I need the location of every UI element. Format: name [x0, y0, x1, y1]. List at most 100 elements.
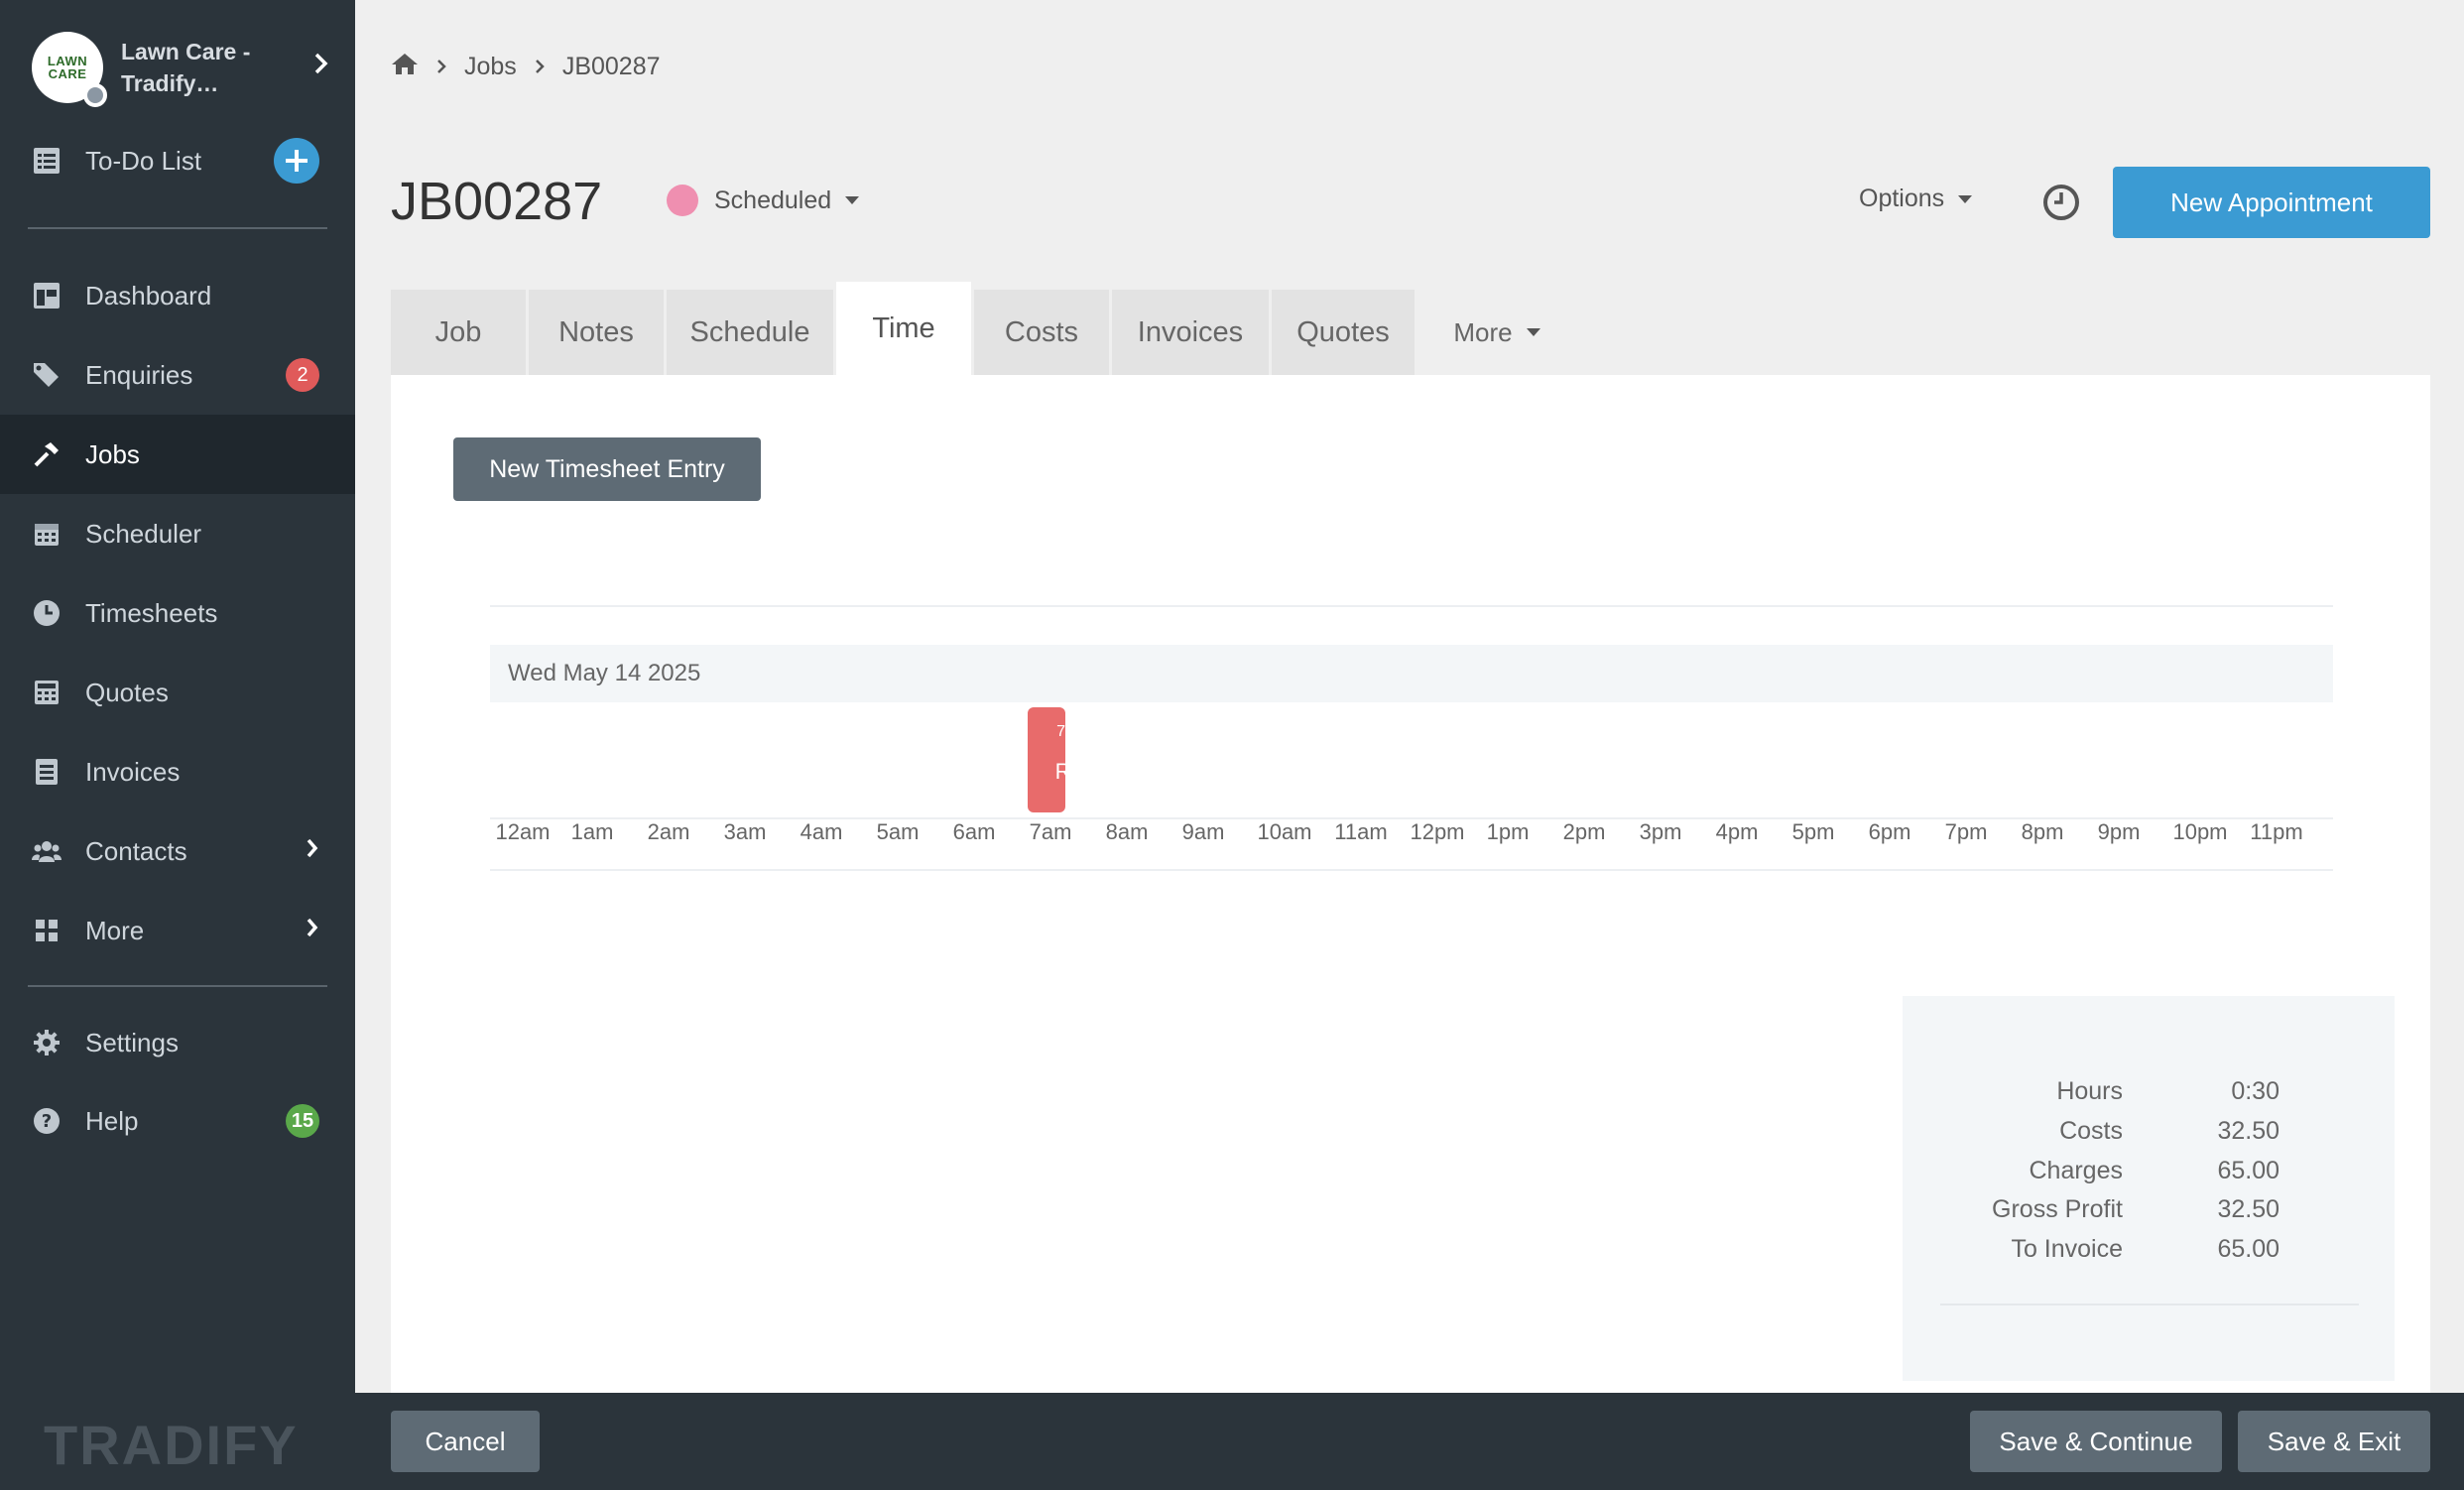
sidebar-item-invoices[interactable]: Invoices [0, 732, 355, 811]
chevron-right-icon [306, 917, 319, 945]
tags-icon [32, 360, 62, 390]
time-summary: Hours 0:30 Costs 32.50 Charges 65.00 Gro… [1903, 996, 2395, 1381]
tab-job[interactable]: Job [391, 290, 526, 375]
status-dropdown[interactable]: Scheduled [667, 185, 860, 216]
sidebar-item-scheduler[interactable]: Scheduler [0, 494, 355, 573]
tab-time[interactable]: Time [836, 282, 971, 375]
hour-label: 12am [495, 819, 551, 844]
cancel-button[interactable]: Cancel [391, 1411, 540, 1472]
hour-label: 5am [876, 819, 920, 844]
hour-label: 10am [1257, 819, 1312, 844]
breadcrumb-jobs-link[interactable]: Jobs [464, 53, 517, 81]
hour-label: 11pm [2250, 819, 2303, 844]
list-icon [32, 146, 62, 176]
chevron-right-icon [306, 837, 319, 866]
enquiries-count-badge: 2 [286, 358, 319, 392]
home-icon[interactable] [391, 52, 419, 82]
sidebar-divider [28, 985, 327, 987]
sidebar-item-label: Timesheets [85, 597, 218, 628]
calculator-icon [32, 678, 62, 707]
hour-label: 9am [1181, 819, 1225, 844]
sidebar-item-label: Help [85, 1105, 139, 1136]
hour-label: 12pm [1410, 819, 1465, 844]
timeline-bottom-line [490, 869, 2333, 871]
gear-icon [32, 1028, 62, 1057]
footer-bar: Cancel Save & Continue Save & Exit [355, 1393, 2464, 1490]
org-name: Lawn Care - Tradify… [121, 39, 251, 96]
timesheet-entry-block[interactable]: 7.. Ri [1028, 707, 1075, 812]
org-logo: LAWN CARE [32, 32, 107, 107]
timeline-hour-axis: 12am 1am 2am 3am 4am 5am 6am 7am 8am 9am… [490, 819, 2333, 855]
sidebar-item-label: Jobs [85, 438, 140, 469]
summary-row-to-invoice: To Invoice 65.00 [1903, 1235, 2395, 1275]
hammer-icon [32, 439, 62, 469]
sidebar: LAWN CARE Lawn Care - Tradify… To-Do Lis… [0, 0, 355, 1490]
status-color-dot [667, 185, 698, 216]
options-dropdown[interactable]: Options [1859, 185, 1973, 213]
tab-invoices[interactable]: Invoices [1112, 290, 1269, 375]
new-appointment-button[interactable]: New Appointment [2113, 167, 2430, 238]
summary-label: Gross Profit [1992, 1195, 2123, 1223]
sidebar-item-dashboard[interactable]: Dashboard [0, 256, 355, 335]
hour-label: 8pm [2021, 819, 2064, 844]
sidebar-item-label: Invoices [85, 756, 181, 787]
add-todo-button[interactable] [274, 138, 319, 184]
summary-value: 65.00 [2217, 1157, 2279, 1184]
sidebar-item-help[interactable]: ? Help 15 [0, 1081, 355, 1161]
summary-row-gross-profit: Gross Profit 32.50 [1903, 1195, 2395, 1235]
summary-value: 65.00 [2217, 1235, 2279, 1263]
tab-costs[interactable]: Costs [974, 290, 1109, 375]
breadcrumb-current: JB00287 [561, 53, 661, 80]
hour-label: 1am [570, 819, 614, 844]
sidebar-item-label: Dashboard [85, 280, 212, 310]
tab-more-label: More [1453, 316, 1513, 347]
tab-schedule[interactable]: Schedule [667, 290, 833, 375]
summary-value: 0:30 [2231, 1077, 2279, 1105]
summary-divider [1940, 1304, 2359, 1305]
tab-more[interactable]: More [1422, 290, 1571, 375]
hour-label: 5pm [1791, 819, 1835, 844]
sidebar-divider [28, 227, 327, 229]
grid-icon [32, 916, 62, 945]
document-icon [32, 757, 62, 787]
sidebar-item-jobs[interactable]: Jobs [0, 415, 355, 494]
history-clock-icon[interactable] [2041, 183, 2081, 222]
sidebar-item-todo[interactable]: To-Do List [0, 121, 355, 200]
hour-label: 4am [800, 819, 843, 844]
sidebar-item-timesheets[interactable]: Timesheets [0, 573, 355, 653]
chevron-right-icon [535, 55, 545, 80]
save-continue-button[interactable]: Save & Continue [1970, 1411, 2222, 1472]
help-count-badge: 15 [286, 1104, 319, 1138]
hour-label: 7am [1029, 819, 1072, 844]
org-switcher[interactable]: LAWN CARE Lawn Care - Tradify… [32, 32, 329, 107]
sidebar-item-label: More [85, 915, 145, 945]
options-label: Options [1859, 185, 1945, 212]
summary-label: To Invoice [2011, 1235, 2123, 1263]
sidebar-item-enquiries[interactable]: Enquiries 2 [0, 335, 355, 415]
sidebar-item-label: Enquiries [85, 359, 193, 390]
sidebar-item-settings[interactable]: Settings [0, 1003, 355, 1082]
tab-quotes[interactable]: Quotes [1272, 290, 1415, 375]
status-label: Scheduled [714, 186, 832, 214]
page-title: JB00287 [391, 172, 603, 231]
summary-row-charges: Charges 65.00 [1903, 1157, 2395, 1196]
timesheet-entry-staff: Ri [1054, 759, 1076, 784]
caret-down-icon [1526, 328, 1540, 336]
save-exit-button[interactable]: Save & Exit [2238, 1411, 2430, 1472]
clock-icon [32, 598, 62, 628]
hour-label: 3pm [1639, 819, 1682, 844]
chevron-right-icon [313, 52, 329, 82]
dashboard-icon [32, 281, 62, 310]
new-timesheet-entry-button[interactable]: New Timesheet Entry [453, 437, 761, 501]
hour-label: 6pm [1868, 819, 1911, 844]
timeline-date-header: Wed May 14 2025 [490, 645, 2333, 702]
sidebar-item-quotes[interactable]: Quotes [0, 653, 355, 732]
tab-notes[interactable]: Notes [529, 290, 664, 375]
sidebar-item-more[interactable]: More [0, 891, 355, 970]
org-status-dot [83, 83, 107, 107]
timeline-date: Wed May 14 2025 [508, 660, 701, 686]
sidebar-item-contacts[interactable]: Contacts [0, 811, 355, 891]
svg-text:?: ? [42, 1111, 52, 1132]
sidebar-item-label: Settings [85, 1027, 179, 1057]
calendar-icon [32, 519, 62, 549]
